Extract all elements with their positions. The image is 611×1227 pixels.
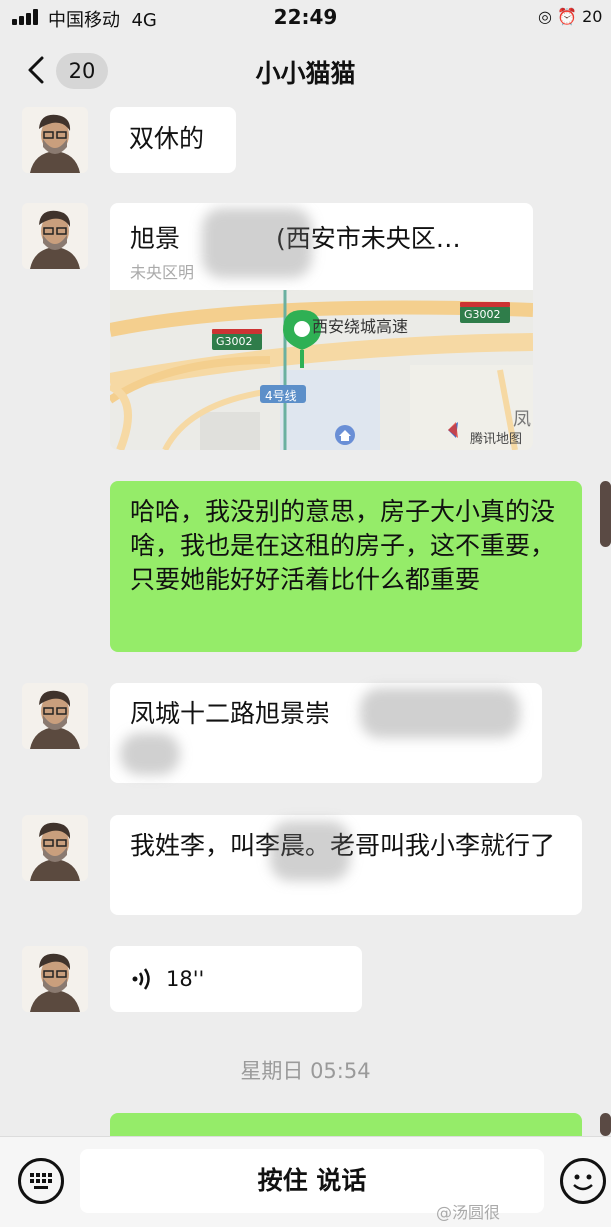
status-bar: 中国移动 4G 22:49 ◎ ⏰ 20 xyxy=(0,0,611,36)
battery-percent: 20 xyxy=(582,7,603,26)
voice-wave-icon xyxy=(132,968,150,990)
voice-duration: 18'' xyxy=(166,967,205,991)
alarm-icon: ⏰ xyxy=(557,7,577,26)
my-avatar[interactable] xyxy=(600,481,611,547)
chat-title: 小小猫猫 xyxy=(255,59,356,88)
message-bubble[interactable]: 双休的 xyxy=(110,107,236,173)
orientation-lock-icon: ◎ xyxy=(538,7,552,26)
location-subtitle: 未央区明 xyxy=(130,263,195,282)
redaction-mark xyxy=(202,208,312,278)
keyboard-icon[interactable] xyxy=(18,1158,64,1204)
status-time: 22:49 xyxy=(273,5,338,29)
message-bubble-outgoing[interactable] xyxy=(110,1113,582,1136)
my-avatar[interactable] xyxy=(600,1113,611,1136)
map-highway-shield: G3002 xyxy=(464,308,501,321)
message-bubble[interactable]: 凤城十二路旭景崇 xyxy=(110,683,542,783)
contact-avatar[interactable] xyxy=(22,683,88,749)
emoji-icon[interactable] xyxy=(560,1158,606,1204)
contact-avatar[interactable] xyxy=(22,107,88,173)
redaction-mark xyxy=(360,688,520,738)
chat-timestamp: 星期日 05:54 xyxy=(240,1059,371,1083)
location-card[interactable]: 旭景 (西安市未央区… 未央区明 西安绕城高速 G3002 G3002 4号线 … xyxy=(110,203,533,450)
message-text: 哈哈，我没别的意思，房子大小真的没啥，我也是在这租的房子，这不重要，只要她能好好… xyxy=(130,497,556,594)
map-road-label: 西安绕城高速 xyxy=(312,317,409,336)
message-bubble-outgoing[interactable]: 哈哈，我没别的意思，房子大小真的没啥，我也是在这租的房子，这不重要，只要她能好好… xyxy=(110,481,582,652)
map-place-label: 凤 xyxy=(513,409,531,430)
voice-message-bubble[interactable]: 18'' xyxy=(110,946,362,1012)
status-icons: ◎ ⏰ 20 xyxy=(538,7,602,26)
map-highway-shield: G3002 xyxy=(216,335,253,348)
redaction-mark xyxy=(270,821,350,881)
contact-avatar[interactable] xyxy=(22,815,88,881)
map-metro-label: 4号线 xyxy=(265,389,297,403)
watermark: @汤圆很 xyxy=(436,1203,501,1222)
redaction-mark xyxy=(120,733,180,775)
message-text: 双休的 xyxy=(129,124,205,153)
message-bubble[interactable]: 我姓李，叫李晨。老哥叫我小李就行了 xyxy=(110,815,582,915)
location-map: 西安绕城高速 G3002 G3002 4号线 腾讯地图 凤 xyxy=(110,290,533,450)
contact-avatar[interactable] xyxy=(22,203,88,269)
message-text: 凤城十二路旭景崇 xyxy=(130,699,331,728)
input-bar: 按住 说话 @汤圆很 xyxy=(0,1136,611,1227)
contact-avatar[interactable] xyxy=(22,946,88,1012)
chat-header: 20 小小猫猫 xyxy=(0,36,611,106)
